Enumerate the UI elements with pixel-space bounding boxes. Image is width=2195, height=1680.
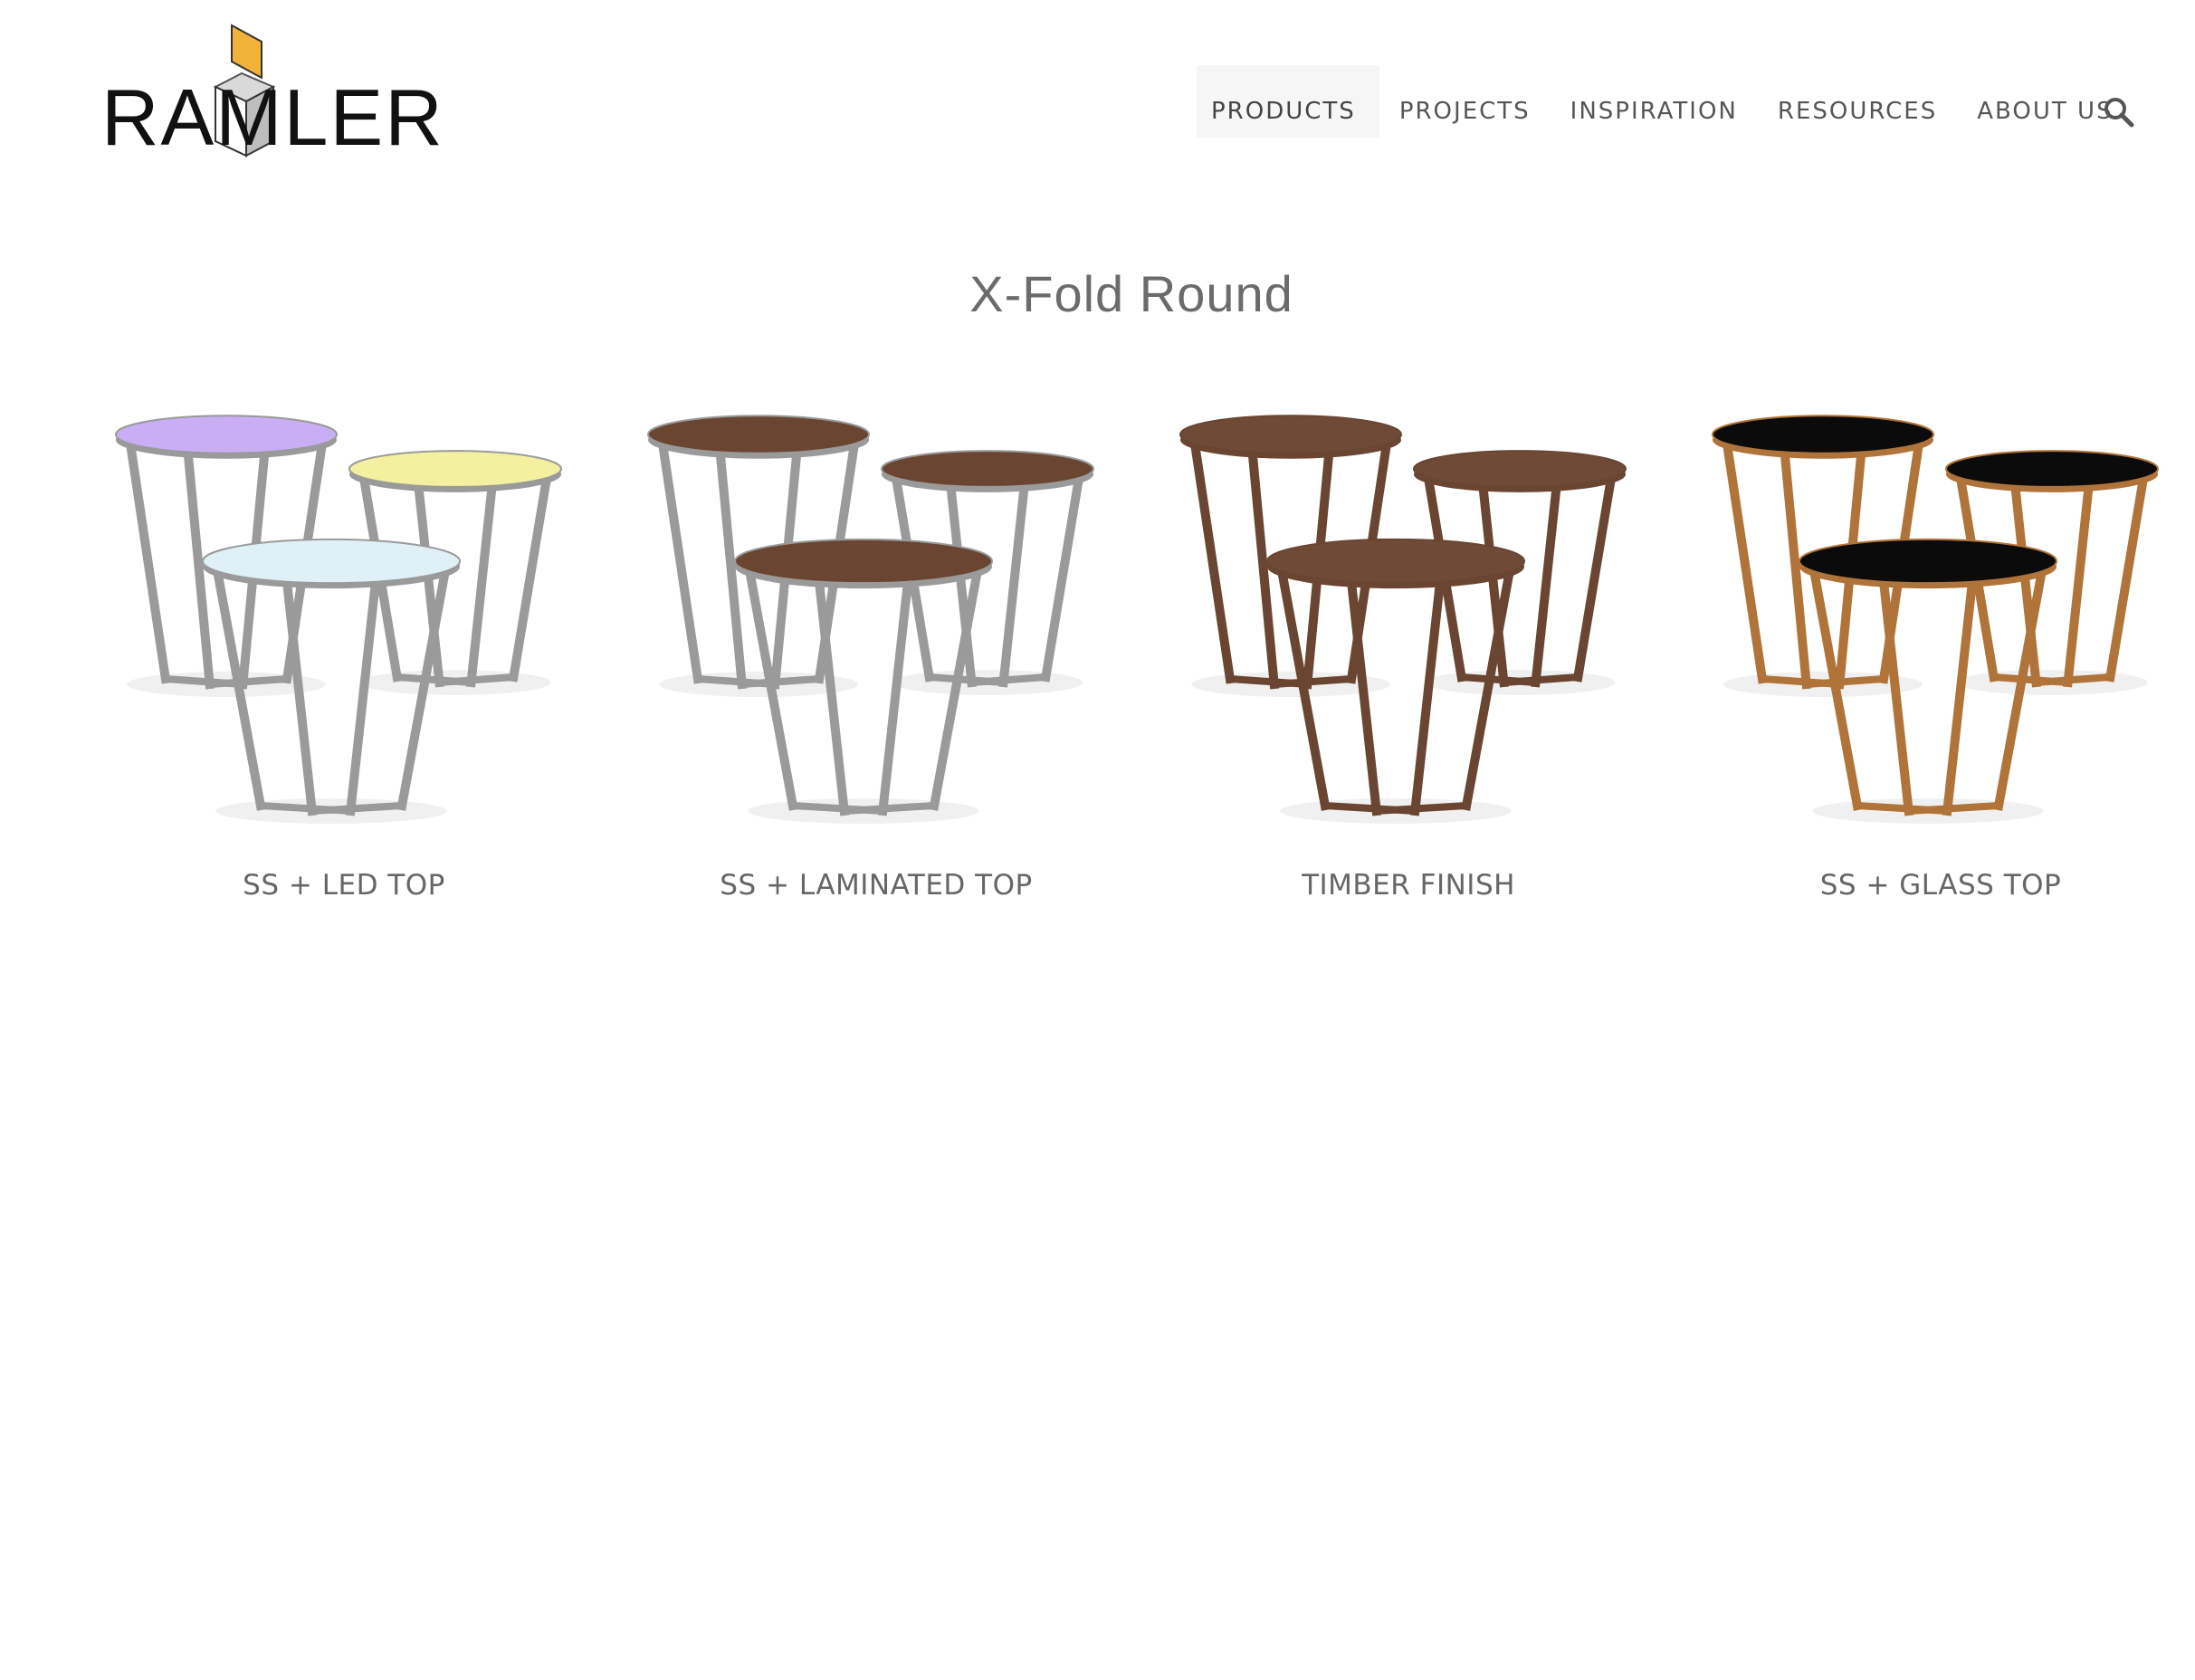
product-label: SS + GLASS TOP [1819, 869, 2062, 902]
logo-wordmark: RAMLER [101, 72, 444, 162]
product-card-glass[interactable]: SS + GLASS TOP [1687, 398, 2194, 923]
nav-item-resources[interactable]: RESOURCES [1758, 65, 1957, 138]
site-header: RAMLER PRODUCTS PROJECTS INSPIRATION RES… [0, 0, 2195, 181]
table-image [1712, 415, 2159, 824]
table-image [647, 415, 1094, 824]
table-image [115, 415, 562, 824]
nav-item-products[interactable]: PRODUCTS [1197, 65, 1379, 138]
ramler-logo[interactable]: RAMLER [101, 24, 443, 159]
product-card-laminated[interactable]: SS + LAMINATED TOP [623, 398, 1130, 923]
product-label: SS + LAMINATED TOP [720, 869, 1033, 902]
product-label: TIMBER FINISH [1302, 869, 1515, 902]
product-grid: SS + LED TOP SS + LAMINATED TOP TIMBER F… [0, 398, 2195, 941]
table-image [1179, 415, 1627, 824]
product-card-led[interactable]: SS + LED TOP [91, 398, 597, 923]
nav-item-inspiration[interactable]: INSPIRATION [1551, 65, 1758, 138]
page-title: X-Fold Round [969, 265, 1293, 322]
search-icon[interactable] [2103, 96, 2135, 129]
product-card-timber[interactable]: TIMBER FINISH [1155, 398, 1662, 923]
nav-item-projects[interactable]: PROJECTS [1379, 65, 1551, 138]
product-label: SS + LED TOP [243, 869, 445, 902]
main-nav: PRODUCTS PROJECTS INSPIRATION RESOURCES … [1197, 65, 2133, 138]
